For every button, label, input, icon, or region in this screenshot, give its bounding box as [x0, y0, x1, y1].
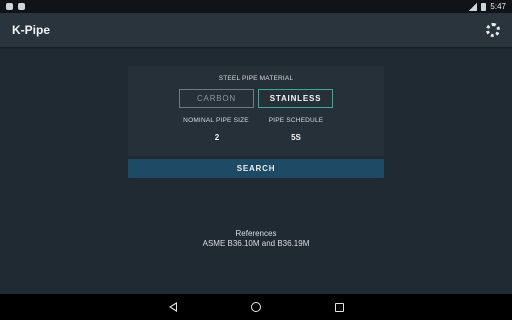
schedule-selector[interactable]: 5S	[286, 133, 306, 142]
home-icon[interactable]	[250, 302, 261, 312]
size-label: NOMINAL PIPE SIZE	[183, 117, 249, 124]
back-icon[interactable]	[168, 302, 177, 312]
app-title: K-Pipe	[12, 23, 51, 37]
size-selector[interactable]: 2	[208, 133, 226, 142]
notification-icon	[6, 3, 13, 10]
status-notifications	[6, 3, 25, 10]
status-time: 5:47	[490, 2, 506, 11]
material-option-stainless[interactable]: STAINLESS	[258, 89, 333, 108]
search-button[interactable]: SEARCH	[128, 159, 384, 178]
android-icon	[18, 3, 25, 10]
schedule-label: PIPE SCHEDULE	[268, 117, 324, 124]
signal-icon	[469, 2, 478, 11]
references-heading: References	[235, 229, 277, 238]
app-toolbar: K-Pipe	[0, 13, 512, 47]
gear-icon[interactable]	[486, 23, 500, 37]
status-system: 5:47	[469, 2, 506, 11]
material-option-carbon[interactable]: CARBON	[179, 89, 254, 108]
material-label: STEEL PIPE MATERIAL	[218, 75, 294, 82]
recents-icon[interactable]	[334, 302, 344, 312]
status-bar: 5:47	[0, 0, 512, 13]
navigation-bar	[0, 294, 512, 320]
references-text: ASME B36.10M and B36.19M	[202, 239, 310, 248]
pipe-form: STEEL PIPE MATERIAL CARBON STAINLESS NOM…	[128, 66, 384, 156]
battery-icon	[481, 2, 487, 11]
references-block: References ASME B36.10M and B36.19M	[0, 229, 512, 249]
